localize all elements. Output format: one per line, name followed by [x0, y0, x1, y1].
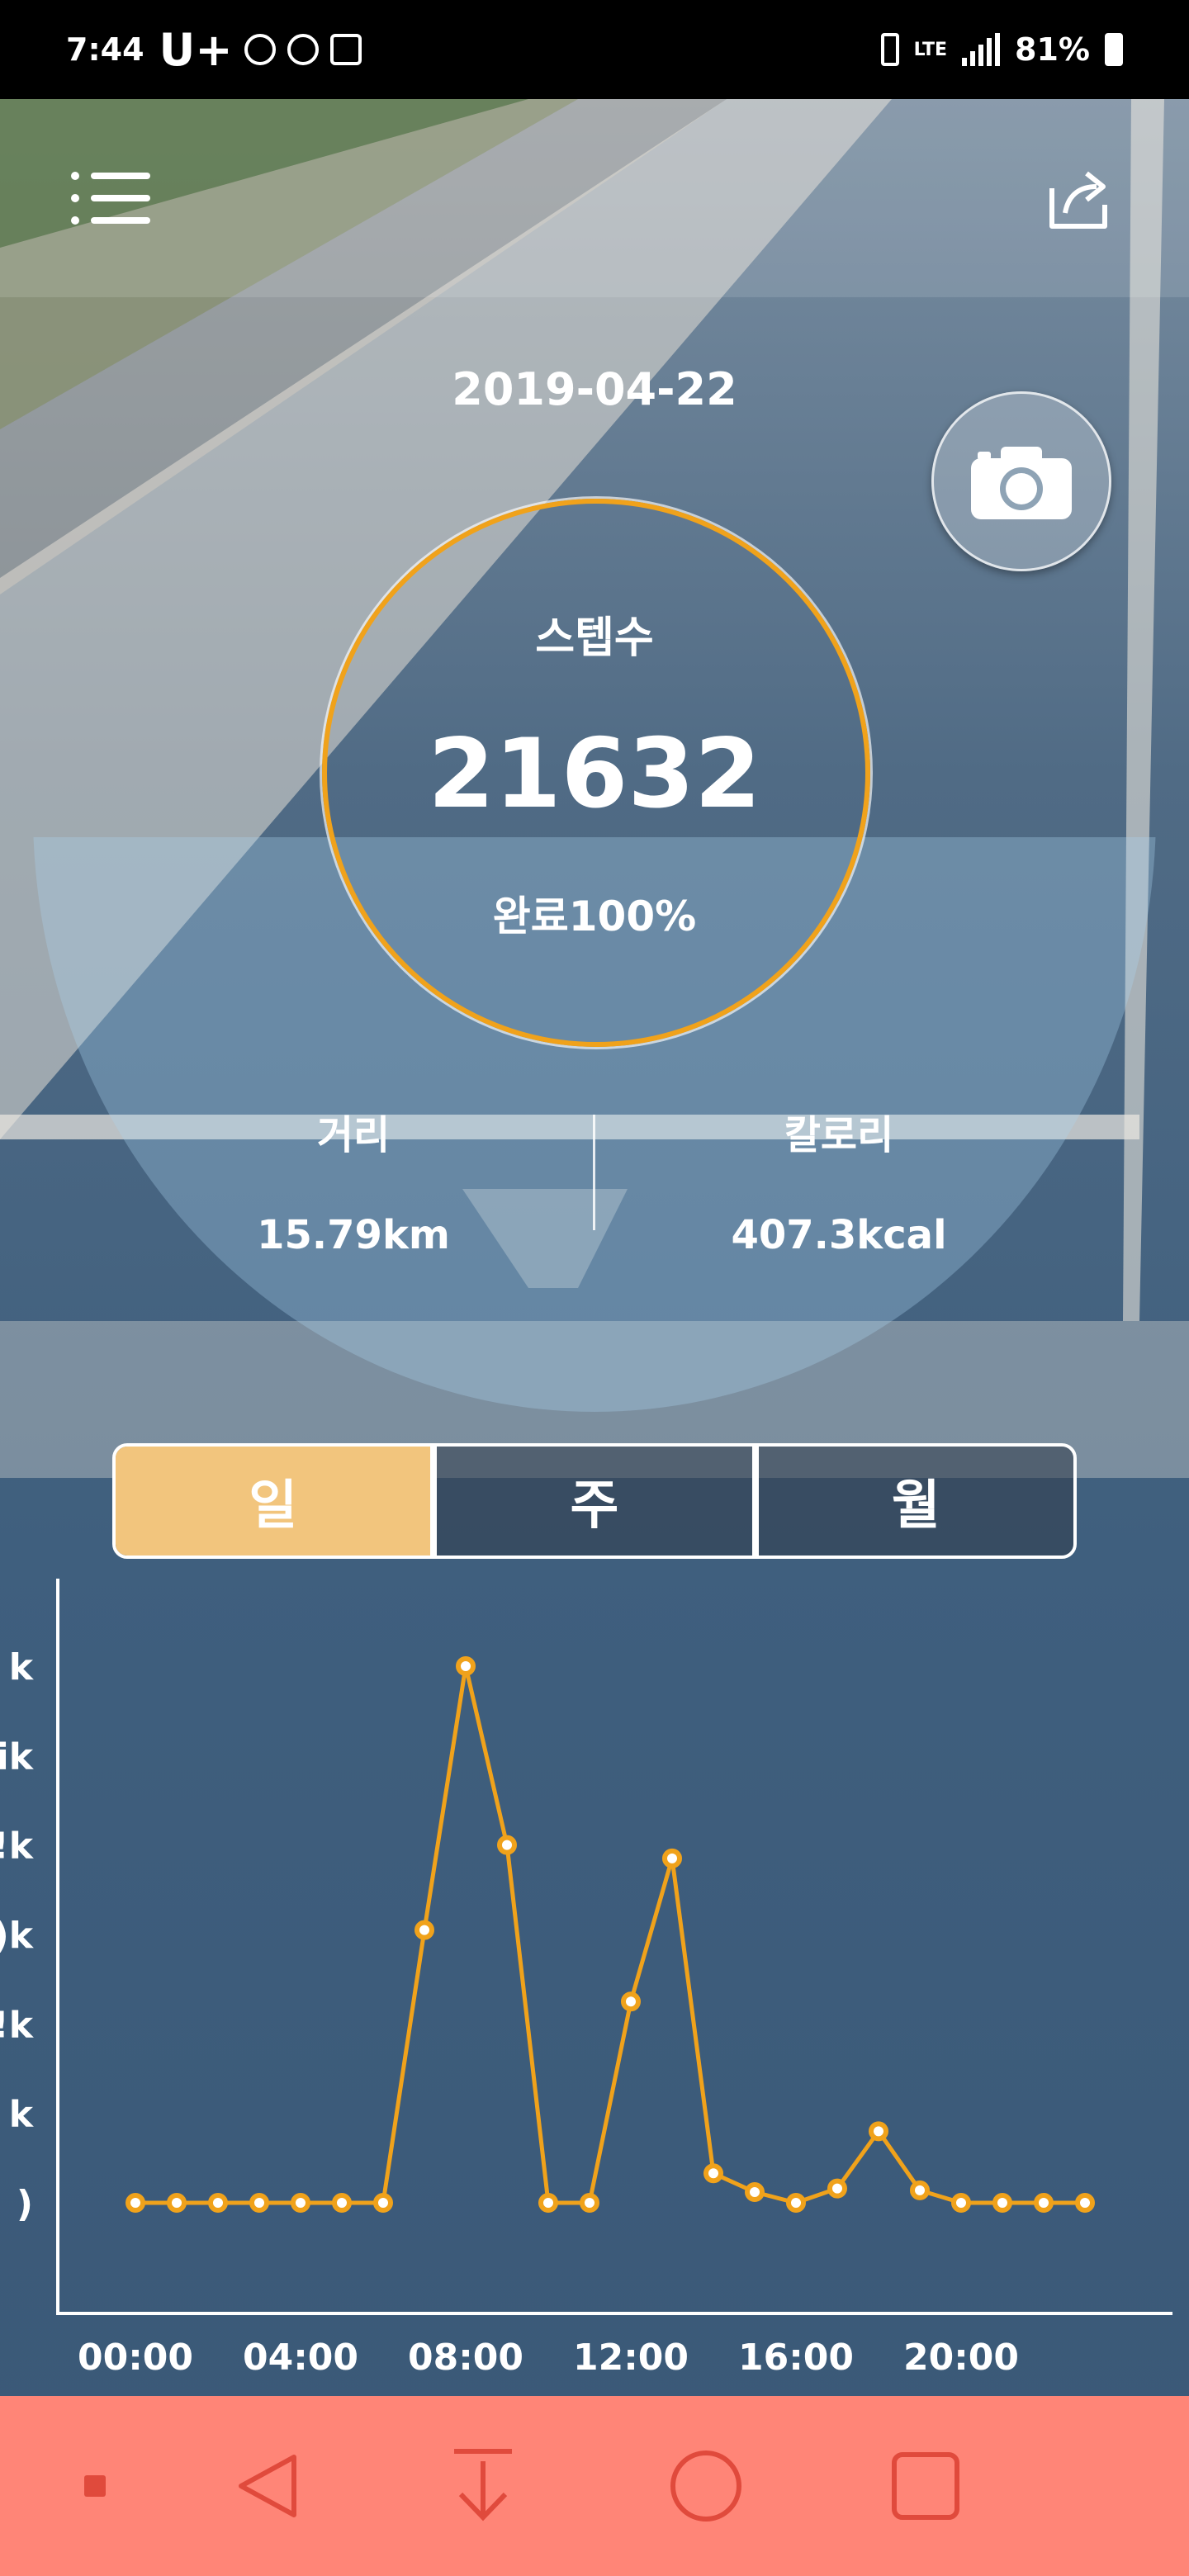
steps-line-chart: )k!k)k!kikk00:0004:0008:0012:0016:0020:0…	[0, 1579, 1172, 2379]
network-label: LTE	[913, 39, 948, 60]
tab-day[interactable]: 일	[116, 1447, 431, 1556]
data-point	[869, 2121, 888, 2142]
x-tick-label: 08:00	[408, 2337, 523, 2379]
period-tabs: 일 주 월	[112, 1443, 1077, 1559]
carrier-label: U+	[159, 23, 233, 76]
download-icon[interactable]	[438, 2396, 528, 2576]
data-point	[951, 2193, 971, 2213]
data-point	[167, 2193, 187, 2213]
data-point	[992, 2193, 1012, 2213]
location-icon	[329, 34, 362, 65]
signal-icon	[962, 33, 1001, 66]
y-tick-label: k	[9, 1646, 35, 1688]
data-point	[910, 2180, 930, 2200]
x-tick-label: 04:00	[243, 2337, 358, 2379]
x-tick-label: 12:00	[573, 2337, 689, 2379]
x-tick-label: 20:00	[903, 2337, 1019, 2379]
data-point	[414, 1920, 434, 1940]
data-point	[538, 2193, 558, 2213]
tab-month[interactable]: 월	[751, 1447, 1073, 1556]
data-point	[1075, 2193, 1095, 2213]
camera-icon	[971, 447, 1072, 519]
data-point	[786, 2193, 806, 2213]
square-dot-icon[interactable]	[66, 2396, 124, 2576]
calories-value: 407.3kcal	[731, 1212, 947, 1258]
data-point	[580, 2193, 599, 2213]
series-line	[135, 1664, 1085, 2205]
status-time: 7:44	[66, 31, 144, 68]
walk-icon	[287, 34, 319, 65]
data-point	[703, 2163, 723, 2184]
y-tick-label: ik	[0, 1735, 35, 1778]
data-point	[332, 2193, 352, 2213]
data-point	[373, 2193, 393, 2213]
distance-label: 거리	[316, 1112, 391, 1158]
battery-percent: 81%	[1015, 31, 1090, 68]
data-point	[621, 1991, 641, 2012]
stats-divider	[593, 1115, 595, 1230]
x-tick-label: 00:00	[78, 2337, 193, 2379]
calories-label: 칼로리	[784, 1112, 894, 1158]
x-tick-label: 16:00	[738, 2337, 854, 2379]
menu-icon[interactable]	[71, 168, 150, 228]
data-point	[291, 2193, 310, 2213]
y-tick-label: )	[17, 2183, 33, 2225]
home-icon[interactable]	[661, 2396, 751, 2576]
data-point	[126, 2193, 145, 2213]
top-bar	[0, 99, 1189, 297]
y-tick-label: )k	[0, 1915, 35, 1957]
share-icon[interactable]	[1044, 163, 1113, 233]
data-point	[208, 2193, 228, 2213]
data-point	[662, 1848, 682, 1868]
y-tick-label: !k	[0, 1825, 35, 1868]
tab-week[interactable]: 주	[430, 1447, 752, 1556]
steps-value: 21632	[428, 718, 761, 830]
data-point	[497, 1835, 517, 1855]
walk-icon	[244, 34, 276, 65]
recents-icon[interactable]	[880, 2396, 971, 2576]
steps-label: 스텝수	[535, 613, 654, 663]
data-point	[827, 2178, 847, 2199]
back-icon[interactable]	[223, 2396, 314, 2576]
status-bar: 7:44 U+ LTE 81%	[0, 0, 1189, 99]
navigation-bar	[0, 2396, 1189, 2576]
data-point	[745, 2182, 765, 2202]
distance-value: 15.79km	[257, 1212, 450, 1258]
y-tick-label: k	[9, 2094, 35, 2136]
data-point	[1034, 2193, 1054, 2213]
completion-label: 완료100%	[492, 893, 697, 940]
y-tick-label: !k	[0, 2004, 35, 2046]
camera-button[interactable]	[931, 391, 1111, 571]
data-point	[249, 2193, 269, 2213]
data-point	[456, 1656, 476, 1676]
vibrate-icon	[880, 33, 899, 66]
battery-icon	[1105, 33, 1123, 66]
